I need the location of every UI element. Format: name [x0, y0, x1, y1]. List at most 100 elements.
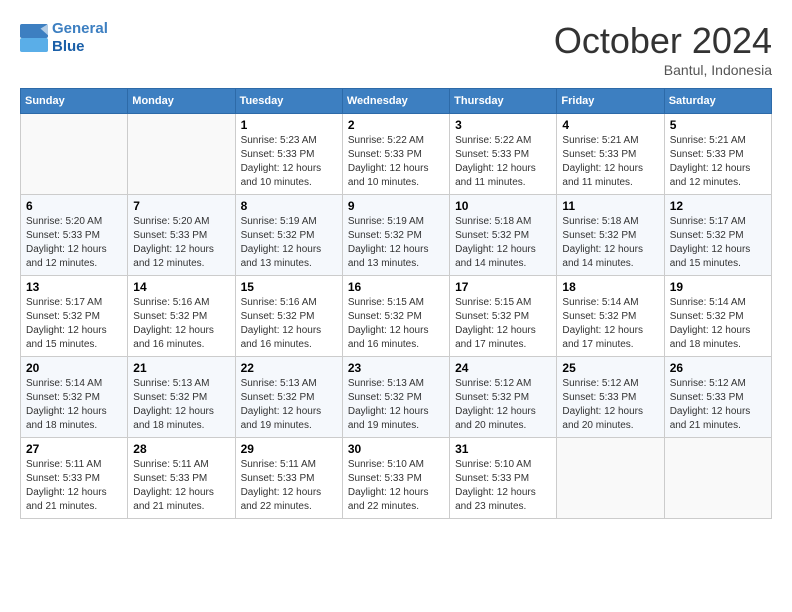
- day-info: Sunrise: 5:11 AMSunset: 5:33 PMDaylight:…: [26, 458, 122, 514]
- day-number: 17: [455, 280, 551, 294]
- day-info: Sunrise: 5:18 AMSunset: 5:32 PMDaylight:…: [455, 215, 551, 271]
- day-number: 19: [670, 280, 766, 294]
- day-number: 16: [348, 280, 444, 294]
- day-header-monday: Monday: [128, 89, 235, 114]
- calendar-cell: 18 Sunrise: 5:14 AMSunset: 5:32 PMDaylig…: [557, 276, 664, 357]
- day-info: Sunrise: 5:21 AMSunset: 5:33 PMDaylight:…: [670, 134, 766, 190]
- calendar-cell: 28 Sunrise: 5:11 AMSunset: 5:33 PMDaylig…: [128, 438, 235, 519]
- calendar-cell: 7 Sunrise: 5:20 AMSunset: 5:33 PMDayligh…: [128, 195, 235, 276]
- page-header: General Blue October 2024 Bantul, Indone…: [20, 20, 772, 78]
- calendar-cell: 17 Sunrise: 5:15 AMSunset: 5:32 PMDaylig…: [450, 276, 557, 357]
- day-info: Sunrise: 5:15 AMSunset: 5:32 PMDaylight:…: [455, 296, 551, 352]
- day-info: Sunrise: 5:14 AMSunset: 5:32 PMDaylight:…: [26, 377, 122, 433]
- day-info: Sunrise: 5:18 AMSunset: 5:32 PMDaylight:…: [562, 215, 658, 271]
- day-number: 20: [26, 361, 122, 375]
- calendar-cell: [664, 438, 771, 519]
- calendar-cell: [21, 114, 128, 195]
- day-number: 24: [455, 361, 551, 375]
- day-number: 14: [133, 280, 229, 294]
- day-number: 27: [26, 442, 122, 456]
- calendar-cell: 2 Sunrise: 5:22 AMSunset: 5:33 PMDayligh…: [342, 114, 449, 195]
- day-info: Sunrise: 5:19 AMSunset: 5:32 PMDaylight:…: [241, 215, 337, 271]
- day-number: 2: [348, 118, 444, 132]
- day-number: 15: [241, 280, 337, 294]
- calendar-cell: 9 Sunrise: 5:19 AMSunset: 5:32 PMDayligh…: [342, 195, 449, 276]
- day-info: Sunrise: 5:17 AMSunset: 5:32 PMDaylight:…: [670, 215, 766, 271]
- day-info: Sunrise: 5:13 AMSunset: 5:32 PMDaylight:…: [348, 377, 444, 433]
- calendar: SundayMondayTuesdayWednesdayThursdayFrid…: [20, 88, 772, 519]
- calendar-cell: 10 Sunrise: 5:18 AMSunset: 5:32 PMDaylig…: [450, 195, 557, 276]
- calendar-cell: 3 Sunrise: 5:22 AMSunset: 5:33 PMDayligh…: [450, 114, 557, 195]
- day-info: Sunrise: 5:10 AMSunset: 5:33 PMDaylight:…: [455, 458, 551, 514]
- day-number: 10: [455, 199, 551, 213]
- day-number: 31: [455, 442, 551, 456]
- day-info: Sunrise: 5:11 AMSunset: 5:33 PMDaylight:…: [241, 458, 337, 514]
- calendar-cell: 30 Sunrise: 5:10 AMSunset: 5:33 PMDaylig…: [342, 438, 449, 519]
- calendar-cell: 25 Sunrise: 5:12 AMSunset: 5:33 PMDaylig…: [557, 357, 664, 438]
- day-number: 3: [455, 118, 551, 132]
- day-header-saturday: Saturday: [664, 89, 771, 114]
- day-info: Sunrise: 5:13 AMSunset: 5:32 PMDaylight:…: [241, 377, 337, 433]
- day-number: 8: [241, 199, 337, 213]
- calendar-cell: [128, 114, 235, 195]
- calendar-cell: 24 Sunrise: 5:12 AMSunset: 5:32 PMDaylig…: [450, 357, 557, 438]
- day-number: 29: [241, 442, 337, 456]
- calendar-cell: 26 Sunrise: 5:12 AMSunset: 5:33 PMDaylig…: [664, 357, 771, 438]
- calendar-cell: 16 Sunrise: 5:15 AMSunset: 5:32 PMDaylig…: [342, 276, 449, 357]
- day-number: 7: [133, 199, 229, 213]
- location: Bantul, Indonesia: [554, 62, 772, 78]
- calendar-cell: 19 Sunrise: 5:14 AMSunset: 5:32 PMDaylig…: [664, 276, 771, 357]
- month-title: October 2024: [554, 20, 772, 62]
- day-info: Sunrise: 5:22 AMSunset: 5:33 PMDaylight:…: [348, 134, 444, 190]
- day-info: Sunrise: 5:14 AMSunset: 5:32 PMDaylight:…: [670, 296, 766, 352]
- calendar-cell: 21 Sunrise: 5:13 AMSunset: 5:32 PMDaylig…: [128, 357, 235, 438]
- day-header-tuesday: Tuesday: [235, 89, 342, 114]
- day-info: Sunrise: 5:10 AMSunset: 5:33 PMDaylight:…: [348, 458, 444, 514]
- day-number: 1: [241, 118, 337, 132]
- logo: General Blue: [20, 20, 108, 56]
- calendar-cell: 14 Sunrise: 5:16 AMSunset: 5:32 PMDaylig…: [128, 276, 235, 357]
- day-header-thursday: Thursday: [450, 89, 557, 114]
- day-number: 23: [348, 361, 444, 375]
- day-number: 28: [133, 442, 229, 456]
- day-number: 13: [26, 280, 122, 294]
- logo-text-line1: General: [52, 20, 108, 38]
- calendar-cell: 27 Sunrise: 5:11 AMSunset: 5:33 PMDaylig…: [21, 438, 128, 519]
- day-header-friday: Friday: [557, 89, 664, 114]
- day-info: Sunrise: 5:12 AMSunset: 5:33 PMDaylight:…: [670, 377, 766, 433]
- day-number: 18: [562, 280, 658, 294]
- day-number: 22: [241, 361, 337, 375]
- logo-text-line2: Blue: [52, 38, 108, 56]
- title-section: October 2024 Bantul, Indonesia: [554, 20, 772, 78]
- day-number: 30: [348, 442, 444, 456]
- day-number: 5: [670, 118, 766, 132]
- day-info: Sunrise: 5:21 AMSunset: 5:33 PMDaylight:…: [562, 134, 658, 190]
- day-info: Sunrise: 5:13 AMSunset: 5:32 PMDaylight:…: [133, 377, 229, 433]
- calendar-cell: [557, 438, 664, 519]
- day-info: Sunrise: 5:16 AMSunset: 5:32 PMDaylight:…: [133, 296, 229, 352]
- calendar-cell: 22 Sunrise: 5:13 AMSunset: 5:32 PMDaylig…: [235, 357, 342, 438]
- day-info: Sunrise: 5:19 AMSunset: 5:32 PMDaylight:…: [348, 215, 444, 271]
- calendar-cell: 11 Sunrise: 5:18 AMSunset: 5:32 PMDaylig…: [557, 195, 664, 276]
- calendar-cell: 13 Sunrise: 5:17 AMSunset: 5:32 PMDaylig…: [21, 276, 128, 357]
- day-info: Sunrise: 5:20 AMSunset: 5:33 PMDaylight:…: [26, 215, 122, 271]
- calendar-cell: 20 Sunrise: 5:14 AMSunset: 5:32 PMDaylig…: [21, 357, 128, 438]
- day-info: Sunrise: 5:22 AMSunset: 5:33 PMDaylight:…: [455, 134, 551, 190]
- day-number: 21: [133, 361, 229, 375]
- day-number: 9: [348, 199, 444, 213]
- calendar-cell: 31 Sunrise: 5:10 AMSunset: 5:33 PMDaylig…: [450, 438, 557, 519]
- day-number: 25: [562, 361, 658, 375]
- day-info: Sunrise: 5:20 AMSunset: 5:33 PMDaylight:…: [133, 215, 229, 271]
- calendar-cell: 15 Sunrise: 5:16 AMSunset: 5:32 PMDaylig…: [235, 276, 342, 357]
- calendar-cell: 8 Sunrise: 5:19 AMSunset: 5:32 PMDayligh…: [235, 195, 342, 276]
- calendar-cell: 6 Sunrise: 5:20 AMSunset: 5:33 PMDayligh…: [21, 195, 128, 276]
- day-info: Sunrise: 5:12 AMSunset: 5:33 PMDaylight:…: [562, 377, 658, 433]
- day-info: Sunrise: 5:14 AMSunset: 5:32 PMDaylight:…: [562, 296, 658, 352]
- day-info: Sunrise: 5:23 AMSunset: 5:33 PMDaylight:…: [241, 134, 337, 190]
- day-number: 12: [670, 199, 766, 213]
- day-number: 4: [562, 118, 658, 132]
- day-info: Sunrise: 5:15 AMSunset: 5:32 PMDaylight:…: [348, 296, 444, 352]
- day-number: 26: [670, 361, 766, 375]
- calendar-cell: 5 Sunrise: 5:21 AMSunset: 5:33 PMDayligh…: [664, 114, 771, 195]
- day-info: Sunrise: 5:12 AMSunset: 5:32 PMDaylight:…: [455, 377, 551, 433]
